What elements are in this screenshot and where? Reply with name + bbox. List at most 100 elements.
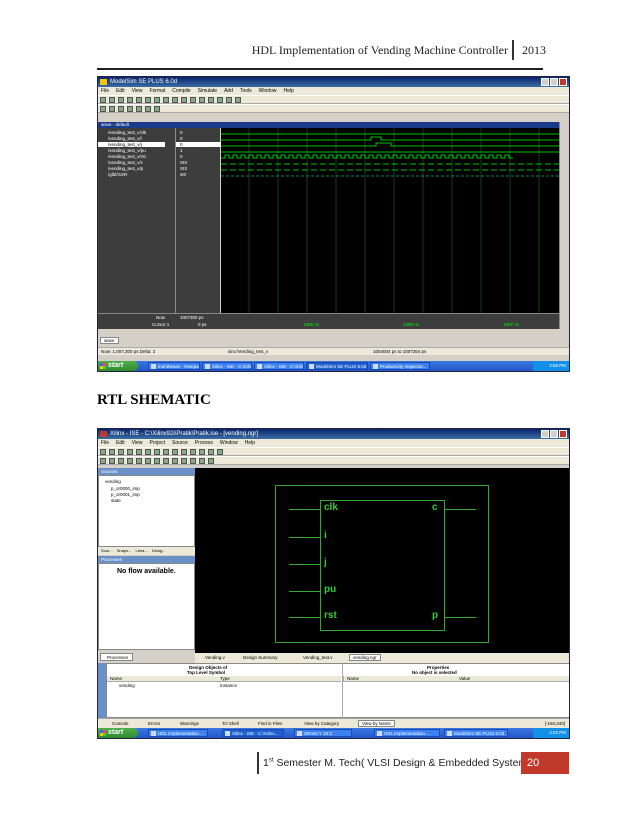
tab-vending-test[interactable]: Vending_test.v [303, 655, 333, 660]
delete-icon[interactable] [181, 449, 187, 455]
signal-name[interactable]: /vending_test_v/clk [108, 130, 146, 135]
find-icon[interactable] [190, 449, 196, 455]
paste-icon[interactable] [172, 449, 178, 455]
taskbar-button[interactable]: Xilinx - ISE - C:\Xilinx... [202, 362, 252, 370]
menu-process[interactable]: Process [195, 440, 213, 446]
next-icon[interactable] [136, 458, 142, 464]
open-icon[interactable] [109, 97, 115, 103]
tab-processes[interactable]: Processes [100, 653, 134, 661]
tab-sources[interactable]: Sour... [101, 548, 113, 553]
step-icon[interactable] [217, 97, 223, 103]
compile-icon[interactable] [181, 97, 187, 103]
taskbar-button[interactable]: HDL Implementation ... [148, 729, 208, 737]
tab-view-by-name[interactable]: View by Name [358, 720, 395, 727]
run-icon[interactable] [208, 97, 214, 103]
schematic-canvas[interactable]: clk i j pu rst c p [195, 468, 569, 653]
tab-find-in-files[interactable]: Find in Files [258, 721, 282, 726]
pin-icon[interactable] [181, 458, 187, 464]
zoom-in-icon[interactable] [199, 449, 205, 455]
save-icon[interactable] [118, 97, 124, 103]
tab-vending-v[interactable]: Vending.v [205, 655, 225, 660]
signal-name[interactable]: /vending_test_v/i [108, 136, 142, 141]
tab-errors[interactable]: Errors [148, 721, 160, 726]
zoom-in-icon[interactable] [118, 106, 124, 112]
menu-file[interactable]: File [101, 440, 109, 446]
restart-icon[interactable] [235, 97, 241, 103]
tree-item[interactable]: state [111, 498, 121, 503]
tab-console[interactable]: Console [112, 721, 129, 726]
signal-name[interactable]: /glbl/GSR [108, 172, 127, 177]
bus-icon[interactable] [199, 458, 205, 464]
continue-icon[interactable] [226, 97, 232, 103]
horizontal-scrollbar[interactable] [98, 329, 569, 336]
tab-view-by-category[interactable]: View by Category [304, 721, 339, 726]
tab-snapshots[interactable]: Snaps... [117, 548, 132, 553]
find-icon[interactable] [172, 97, 178, 103]
tab-tcl-shell[interactable]: Tcl Shell [222, 721, 239, 726]
menu-tools[interactable]: Tools [240, 88, 252, 94]
taskbar-button[interactable]: SRAIN Y 15:2 [294, 729, 352, 737]
tab-wave[interactable]: wave [100, 337, 119, 344]
close-icon[interactable] [559, 78, 567, 86]
new-icon[interactable] [100, 449, 106, 455]
print-icon[interactable] [127, 97, 133, 103]
object-name[interactable]: vending [119, 683, 135, 688]
taskbar-button[interactable]: muhthesan - Notepad [148, 362, 200, 370]
redo-icon[interactable] [145, 449, 151, 455]
fit-icon[interactable] [145, 458, 151, 464]
grid-icon[interactable] [208, 458, 214, 464]
vertical-scrollbar[interactable] [559, 122, 569, 329]
menu-format[interactable]: Format [149, 88, 165, 94]
simulate-icon[interactable] [190, 97, 196, 103]
open-icon[interactable] [109, 449, 115, 455]
select-icon[interactable] [100, 106, 106, 112]
waveform-area[interactable] [221, 128, 560, 313]
minimize-icon[interactable] [541, 78, 549, 86]
break-icon[interactable] [199, 97, 205, 103]
menu-add[interactable]: Add [224, 88, 233, 94]
menu-edit[interactable]: Edit [116, 88, 125, 94]
remove-icon[interactable] [172, 458, 178, 464]
vending-symbol[interactable] [320, 500, 445, 631]
maximize-icon[interactable] [550, 78, 558, 86]
menu-view[interactable]: View [132, 88, 143, 94]
wire-icon[interactable] [190, 458, 196, 464]
zoom-out-icon[interactable] [127, 106, 133, 112]
menu-edit[interactable]: Edit [116, 440, 125, 446]
menu-file[interactable]: File [101, 88, 109, 94]
previous-icon[interactable] [127, 458, 133, 464]
add-icon[interactable] [163, 458, 169, 464]
menu-simulate[interactable]: Simulate [198, 88, 217, 94]
tree-item[interactable]: p_or0000_imp [111, 486, 140, 491]
tree-item-root[interactable]: vending [105, 479, 121, 484]
menu-help[interactable]: Help [245, 440, 255, 446]
tree-item[interactable]: p_or0001_imp [111, 492, 140, 497]
cut-icon[interactable] [136, 97, 142, 103]
tab-libraries[interactable]: Libra... [136, 548, 148, 553]
taskbar-button[interactable]: ModelSim SE PLUS 6.0d [444, 729, 508, 737]
taskbar-button-active[interactable]: Xilinx - ISE - C:\Xilinx... [222, 729, 284, 737]
select-icon[interactable] [100, 458, 106, 464]
cut-icon[interactable] [154, 449, 160, 455]
taskbar-button[interactable]: Productivity Inspector... [370, 362, 430, 370]
zoom-out-icon[interactable] [208, 449, 214, 455]
cursor-del-icon[interactable] [154, 106, 160, 112]
taskbar-button[interactable]: Xilinx - ISE - C:\Xilin... [254, 362, 304, 370]
start-button[interactable]: start [98, 728, 138, 738]
start-button[interactable]: start [98, 361, 138, 371]
signal-name[interactable]: /vending_test_v/rst [108, 154, 146, 159]
cursor-add-icon[interactable] [145, 106, 151, 112]
menu-window[interactable]: Window [259, 88, 277, 94]
menu-window[interactable]: Window [220, 440, 238, 446]
copy-icon[interactable] [145, 97, 151, 103]
zoom-full-icon[interactable] [136, 106, 142, 112]
minimize-icon[interactable] [541, 430, 549, 438]
pop-icon[interactable] [118, 458, 124, 464]
menu-view[interactable]: View [132, 440, 143, 446]
signal-name-selected[interactable]: /vending_test_v/j [98, 142, 165, 147]
taskbar-button[interactable]: HDL Implementation ... [374, 729, 440, 737]
close-icon[interactable] [559, 430, 567, 438]
menu-help[interactable]: Help [283, 88, 293, 94]
print-icon[interactable] [127, 449, 133, 455]
maximize-icon[interactable] [550, 430, 558, 438]
